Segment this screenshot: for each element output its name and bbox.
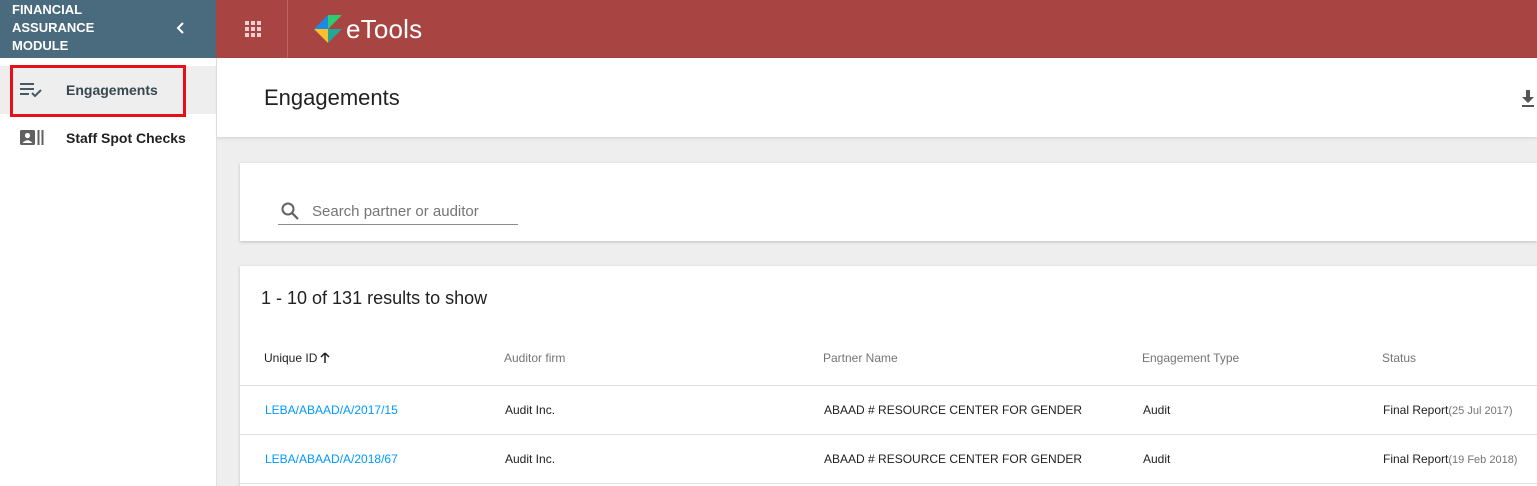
top-bar: eTools: [216, 0, 1537, 58]
engagement-type-cell: Audit: [1143, 403, 1171, 417]
etools-logo[interactable]: eTools: [312, 12, 422, 46]
column-header-auditor-firm[interactable]: Auditor firm: [504, 351, 565, 365]
chevron-left-icon: [176, 22, 184, 34]
etools-logo-mark-icon: [314, 15, 342, 43]
download-icon: [1522, 90, 1534, 107]
search-field: [278, 198, 518, 225]
status-cell: Final Report(19 Feb 2018): [1383, 452, 1517, 466]
page-header: Engagements: [217, 58, 1537, 138]
apps-menu-button[interactable]: [242, 18, 264, 40]
sidebar: Engagements Staff Spot Checks: [0, 58, 217, 486]
unique-id-link[interactable]: LEBA/ABAAD/A/2018/67: [265, 452, 398, 466]
status-cell: Final Report(25 Jul 2017): [1383, 403, 1513, 417]
export-button[interactable]: [1520, 88, 1536, 108]
sidebar-item-label: Engagements: [66, 82, 158, 98]
auditor-firm-cell: Audit Inc.: [505, 452, 556, 466]
topbar-divider: [287, 0, 288, 58]
unique-id-link[interactable]: LEBA/ABAAD/A/2017/15: [265, 403, 398, 417]
table-row[interactable]: LEBA/ABAAD/A/2017/15 Audit Inc. ABAAD # …: [240, 386, 1537, 435]
table-header: Unique ID Auditor firm Partner Name Enga…: [240, 336, 1537, 386]
app-name: eTools: [346, 13, 423, 44]
arrow-up-icon: [320, 352, 330, 363]
status-date: (25 Jul 2017): [1448, 405, 1513, 417]
search-icon: [281, 202, 299, 220]
search-input[interactable]: [312, 200, 512, 222]
sidebar-item-staff-spot-checks[interactable]: Staff Spot Checks: [0, 114, 216, 162]
table-row[interactable]: LEBA/ABAAD/A/2018/67 Audit Inc. ABAAD # …: [240, 435, 1537, 484]
page-title: Engagements: [264, 85, 400, 110]
search-card: [240, 163, 1537, 241]
playlist-check-icon: [20, 83, 42, 98]
column-header-engagement-type[interactable]: Engagement Type: [1142, 351, 1239, 365]
results-card: 1 - 10 of 131 results to show Unique ID …: [240, 266, 1537, 486]
partner-name-cell: ABAAD # RESOURCE CENTER FOR GENDER: [824, 403, 1083, 417]
column-header-partner-name[interactable]: Partner Name: [823, 351, 898, 365]
collapse-sidebar-button[interactable]: [170, 17, 192, 39]
column-header-label: Unique ID: [264, 351, 318, 365]
engagement-type-cell: Audit: [1143, 452, 1171, 466]
contact-card-icon: [20, 130, 44, 145]
auditor-firm-cell: Audit Inc.: [505, 403, 556, 417]
status-date: (19 Feb 2018): [1448, 454, 1518, 466]
sidebar-header: FINANCIAL ASSURANCE MODULE: [0, 0, 216, 58]
column-header-unique-id[interactable]: Unique ID: [264, 351, 330, 365]
partner-name-cell: ABAAD # RESOURCE CENTER FOR GENDER: [824, 452, 1083, 466]
sidebar-item-engagements[interactable]: Engagements: [0, 66, 216, 114]
status-label: Final Report: [1383, 403, 1449, 417]
results-count: 1 - 10 of 131 results to show: [261, 288, 488, 308]
sidebar-item-label: Staff Spot Checks: [66, 130, 186, 146]
apps-grid-icon: [245, 21, 261, 37]
column-header-status[interactable]: Status: [1382, 351, 1416, 365]
module-title: FINANCIAL ASSURANCE MODULE: [12, 2, 95, 53]
status-label: Final Report: [1383, 452, 1449, 466]
